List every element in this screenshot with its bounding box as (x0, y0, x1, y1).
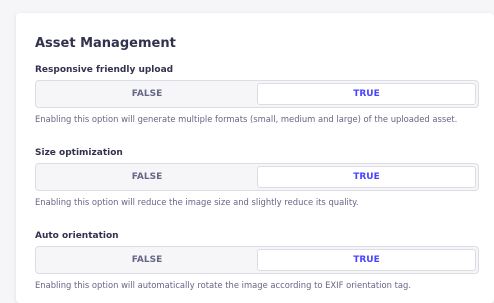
responsive-upload-toggle: FALSE TRUE (35, 80, 479, 108)
section-title: Asset Management (35, 36, 176, 51)
setting-label: Size optimization (35, 148, 123, 158)
responsive-upload-false-option[interactable]: FALSE (38, 83, 256, 105)
responsive-upload-true-option[interactable]: TRUE (257, 83, 476, 105)
setting-hint: Enabling this option will generate multi… (35, 114, 458, 124)
auto-orientation-toggle: FALSE TRUE (35, 246, 479, 274)
size-optimization-false-option[interactable]: FALSE (38, 166, 256, 188)
size-optimization-toggle: FALSE TRUE (35, 163, 479, 191)
asset-management-panel: Asset Management Responsive friendly upl… (16, 13, 494, 303)
auto-orientation-false-option[interactable]: FALSE (38, 249, 256, 271)
setting-hint: Enabling this option will automatically … (35, 280, 411, 290)
setting-hint: Enabling this option will reduce the ima… (35, 197, 359, 207)
auto-orientation-true-option[interactable]: TRUE (257, 249, 476, 271)
setting-label: Auto orientation (35, 231, 119, 241)
setting-label: Responsive friendly upload (35, 65, 174, 75)
size-optimization-true-option[interactable]: TRUE (257, 166, 476, 188)
